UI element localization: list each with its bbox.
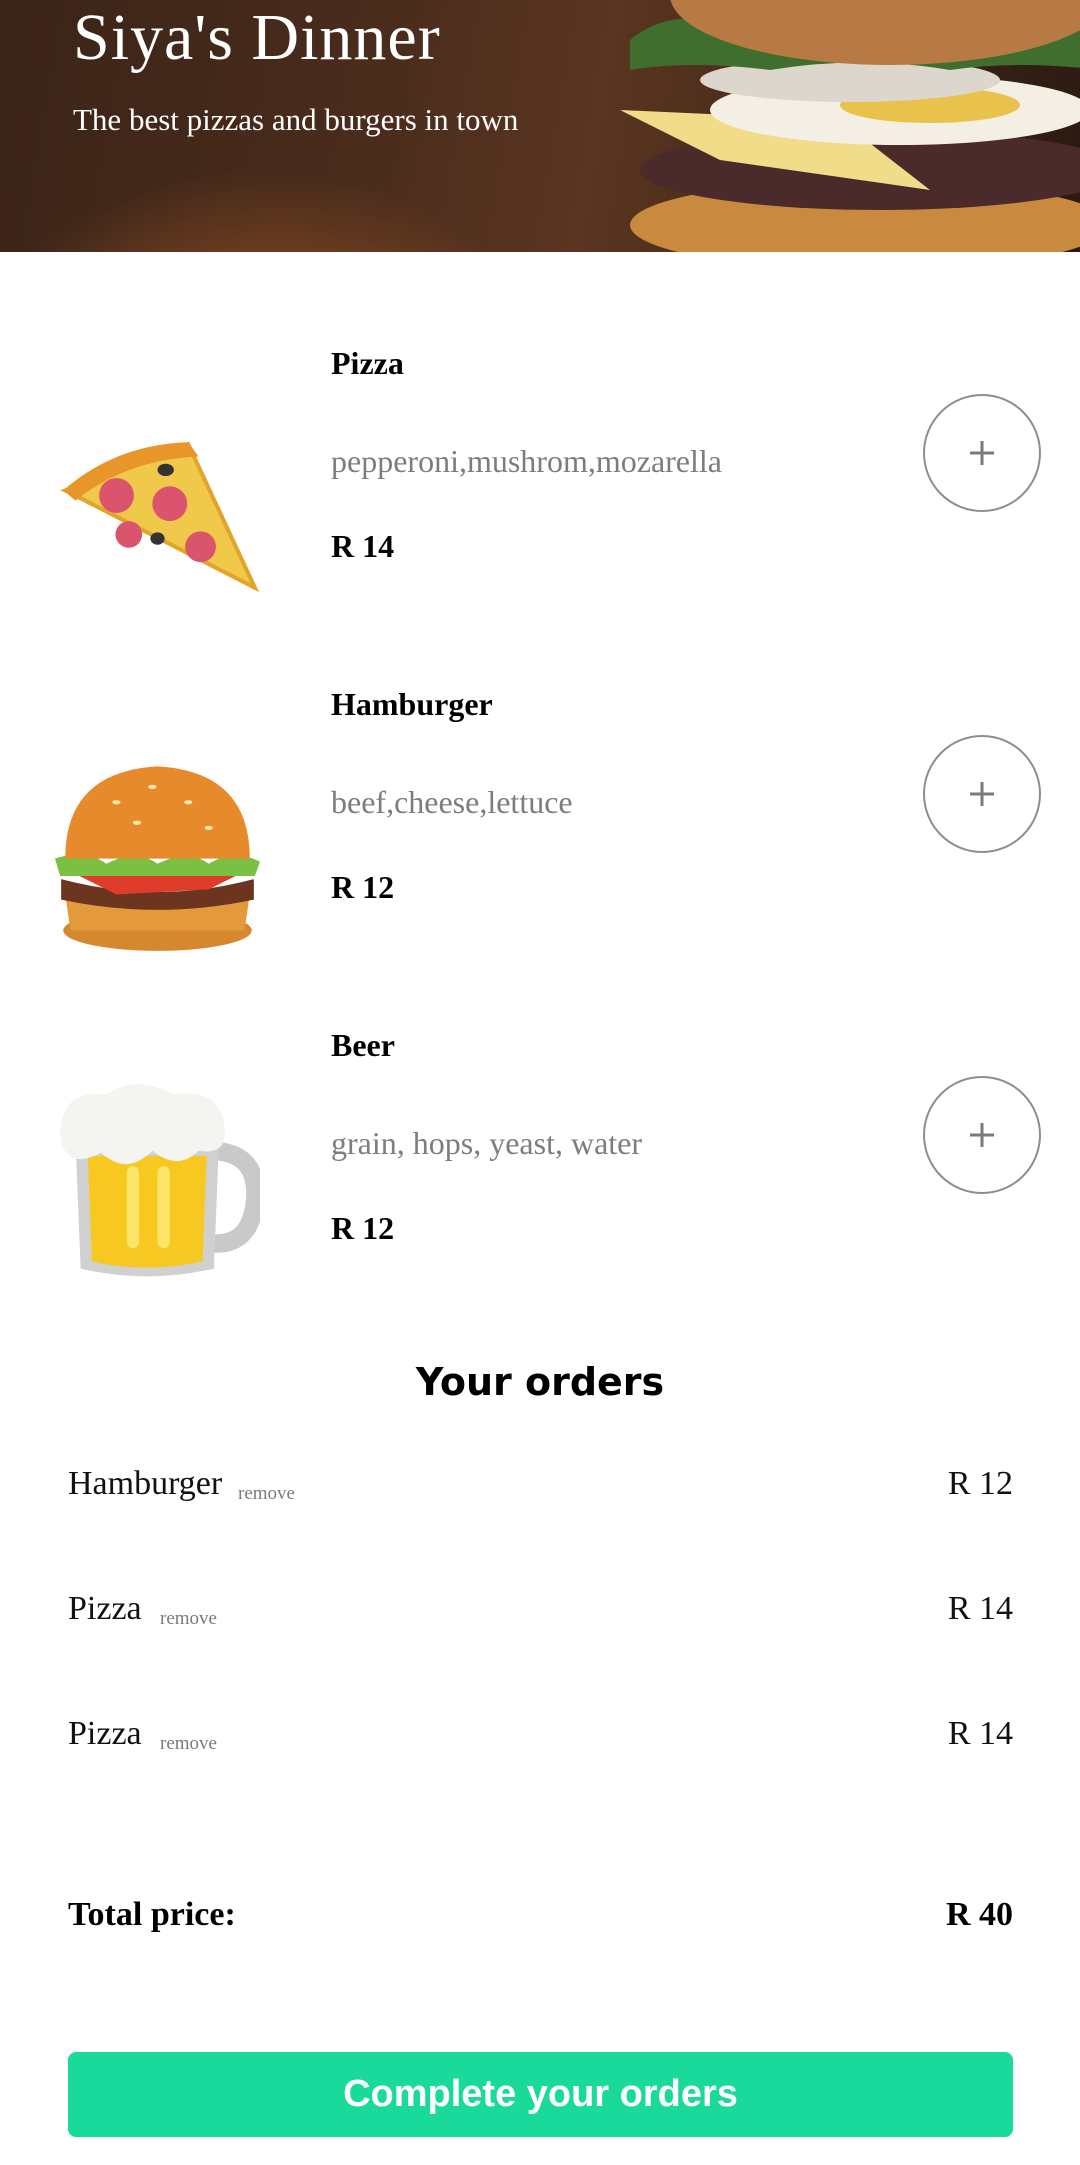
- remove-order-link[interactable]: remove: [160, 1733, 217, 1755]
- item-price: R 12: [331, 869, 395, 905]
- order-item-price: R 14: [947, 1715, 1013, 1752]
- hamburger-icon: [55, 766, 260, 951]
- total-value: R 40: [945, 1896, 1013, 1933]
- item-price: R 14: [331, 528, 395, 564]
- item-description: grain, hops, yeast, water: [331, 1125, 643, 1161]
- item-name: Pizza: [331, 345, 404, 381]
- plus-icon: [970, 782, 994, 806]
- restaurant-title: Siya's Dinner: [73, 1, 441, 74]
- menu-item-pizza: Pizza pepperoni,mushrom,mozarella R 14: [0, 345, 1080, 645]
- order-row: Pizza remove R 14: [68, 1590, 1013, 1650]
- order-item-name: Pizza: [68, 1590, 142, 1627]
- orders-heading: Your orders: [415, 1360, 665, 1404]
- order-item-name: Pizza: [68, 1715, 142, 1752]
- beer-icon: [60, 1084, 260, 1277]
- total-row: Total price: R 40: [68, 1896, 1013, 1946]
- add-hamburger-button[interactable]: [923, 735, 1041, 853]
- item-description: pepperoni,mushrom,mozarella: [331, 443, 722, 479]
- pizza-icon: [60, 441, 260, 593]
- order-item-price: R 12: [947, 1465, 1013, 1502]
- item-price: R 12: [331, 1210, 395, 1246]
- item-name: Beer: [331, 1027, 395, 1063]
- hero-banner: Siya's Dinner The best pizzas and burger…: [0, 0, 1080, 252]
- add-pizza-button[interactable]: [923, 394, 1041, 512]
- item-name: Hamburger: [331, 686, 493, 722]
- order-row: Hamburger remove R 12: [68, 1465, 1013, 1525]
- remove-order-link[interactable]: remove: [238, 1483, 295, 1505]
- restaurant-subtitle: The best pizzas and burgers in town: [73, 102, 519, 137]
- complete-orders-button[interactable]: Complete your orders: [68, 2052, 1013, 2137]
- plus-icon: [970, 1123, 994, 1147]
- order-row: Pizza remove R 14: [68, 1715, 1013, 1775]
- order-item-name: Hamburger: [68, 1465, 223, 1502]
- add-beer-button[interactable]: [923, 1076, 1041, 1194]
- remove-order-link[interactable]: remove: [160, 1608, 217, 1630]
- plus-icon: [970, 441, 994, 465]
- total-label: Total price:: [68, 1896, 236, 1933]
- item-description: beef,cheese,lettuce: [331, 784, 573, 820]
- menu-item-hamburger: Hamburger beef,cheese,lettuce R 12: [0, 686, 1080, 986]
- burger-photo: [620, 0, 1080, 252]
- order-item-price: R 14: [947, 1590, 1013, 1627]
- menu-item-beer: Beer grain, hops, yeast, water R 12: [0, 1027, 1080, 1327]
